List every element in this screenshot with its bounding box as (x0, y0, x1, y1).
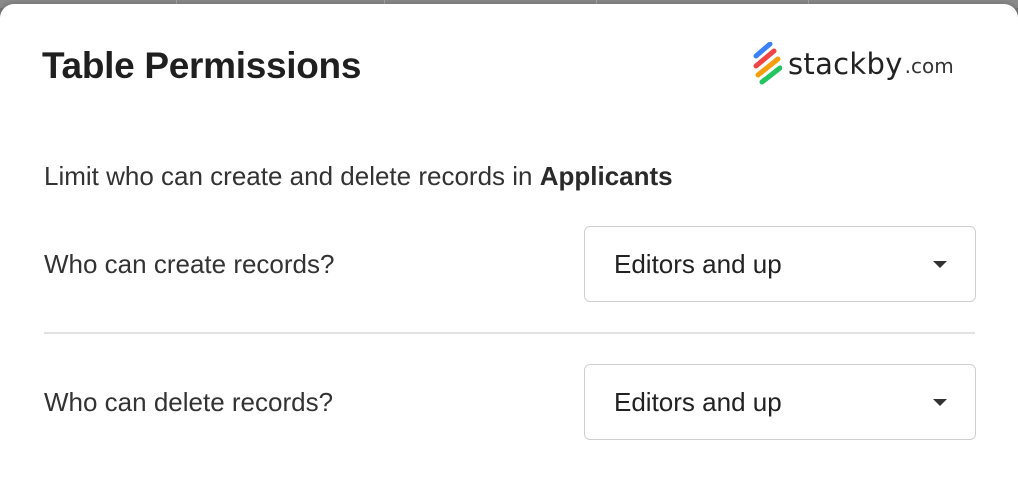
create-permission-row: Who can create records? Editors and up (44, 226, 976, 302)
stackby-logo-icon (753, 42, 782, 85)
create-permission-value: Editors and up (614, 249, 782, 279)
row-divider (44, 332, 975, 334)
permissions-description: Limit who can create and delete records … (44, 158, 673, 194)
delete-permission-label: Who can delete records? (44, 387, 334, 417)
create-permission-label: Who can create records? (44, 249, 335, 279)
logo-wordmark: stackby (788, 47, 903, 81)
chevron-down-icon (933, 261, 947, 268)
delete-permission-value: Editors and up (614, 387, 782, 417)
table-permissions-dialog: Table Permissions stackby .com Limit who… (0, 4, 1018, 494)
description-text: Limit who can create and delete records … (44, 161, 540, 191)
delete-permission-select[interactable]: Editors and up (584, 364, 976, 440)
logo-domain-suffix: .com (904, 54, 954, 78)
delete-permission-row: Who can delete records? Editors and up (44, 364, 976, 440)
chevron-down-icon (933, 399, 947, 406)
stackby-logo: stackby .com (752, 40, 954, 88)
create-permission-select[interactable]: Editors and up (584, 226, 976, 302)
dialog-title: Table Permissions (42, 45, 362, 86)
table-name: Applicants (539, 161, 673, 191)
